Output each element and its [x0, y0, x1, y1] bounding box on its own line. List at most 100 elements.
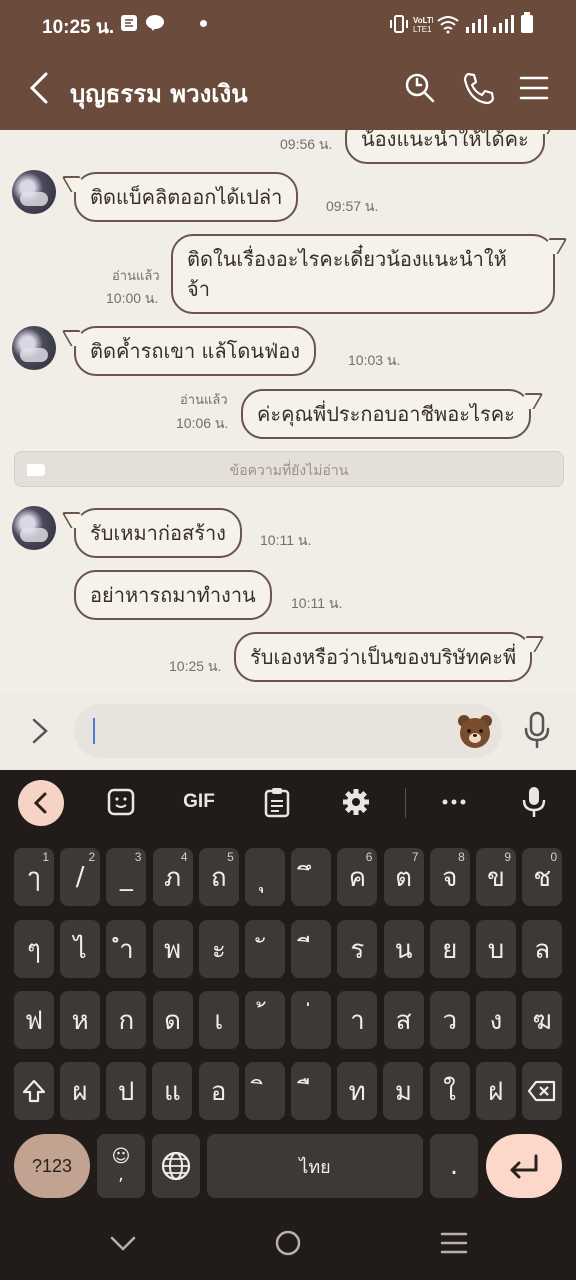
- search-button[interactable]: [402, 70, 438, 106]
- key[interactable]: ใ: [429, 1062, 470, 1120]
- key[interactable]: ส: [383, 991, 424, 1049]
- enter-key[interactable]: [486, 1134, 562, 1198]
- shift-key[interactable]: [14, 1062, 54, 1120]
- chat-messages[interactable]: น้องแนะนำให้ได้คะ 09:56 น. ติดแบ็คลิตออก…: [0, 130, 576, 692]
- key[interactable]: ย: [429, 920, 470, 978]
- symbols-key[interactable]: ?123: [14, 1134, 90, 1198]
- message-bubble-outgoing[interactable]: น้องแนะนำให้ได้คะ: [345, 130, 545, 164]
- nav-home-button[interactable]: [268, 1226, 308, 1260]
- key[interactable]: _ 3: [106, 848, 147, 906]
- key-label: น: [394, 934, 413, 965]
- settings-button[interactable]: [334, 780, 378, 824]
- key-label: ฝ: [488, 1076, 504, 1107]
- key[interactable]: อ: [198, 1062, 239, 1120]
- period-key[interactable]: .: [430, 1134, 478, 1198]
- voice-input-button[interactable]: [512, 780, 556, 824]
- key[interactable]: ห: [60, 991, 101, 1049]
- expand-button[interactable]: [28, 716, 52, 746]
- status-time: 10:25 น.: [42, 17, 115, 38]
- battery-icon: [521, 12, 533, 33]
- key[interactable]: ร: [337, 920, 378, 978]
- key[interactable]: ล: [522, 920, 563, 978]
- key[interactable]: ฝ: [475, 1062, 516, 1120]
- message-bubble-incoming[interactable]: อย่าหารถมาทำงาน: [74, 570, 272, 620]
- space-key[interactable]: ไทย: [207, 1134, 423, 1198]
- key-hint: 5: [227, 850, 234, 864]
- key[interactable]: ผ: [60, 1062, 100, 1120]
- backspace-key[interactable]: [522, 1062, 562, 1120]
- message-bubble-outgoing[interactable]: รับเองหรือว่าเป็นของบริษัทคะพี่: [234, 632, 533, 682]
- key[interactable]: แ: [152, 1062, 193, 1120]
- key[interactable]: ป: [106, 1062, 147, 1120]
- key[interactable]: /2: [60, 848, 101, 906]
- clipboard-button[interactable]: [255, 780, 299, 824]
- key[interactable]: จ8: [429, 848, 470, 906]
- key[interactable]: ข9: [476, 848, 516, 906]
- key[interactable]: ่: [291, 991, 332, 1049]
- menu-button[interactable]: [516, 70, 552, 106]
- key[interactable]: เ: [198, 991, 239, 1049]
- key-hint: 8: [458, 850, 465, 864]
- message-input[interactable]: [74, 704, 502, 758]
- more-button[interactable]: [432, 780, 476, 824]
- message-bubble-incoming[interactable]: ติดค้ำรถเขา แล้โดนฟ่อง: [74, 326, 317, 376]
- key[interactable]: ึ: [291, 848, 332, 906]
- back-button[interactable]: [26, 70, 54, 106]
- key[interactable]: ะ: [198, 920, 239, 978]
- key[interactable]: ม: [383, 1062, 424, 1120]
- key[interactable]: ถ5: [198, 848, 239, 906]
- nav-recents-button[interactable]: [434, 1226, 474, 1260]
- key[interactable]: ๆ: [14, 920, 54, 978]
- mic-button[interactable]: [522, 710, 552, 750]
- key[interactable]: ๅ1: [14, 848, 54, 906]
- key[interactable]: ื: [291, 1062, 331, 1120]
- key[interactable]: พ: [152, 920, 193, 978]
- sticker-bear-icon[interactable]: [456, 712, 494, 750]
- key-label: ร: [350, 934, 365, 965]
- contact-avatar[interactable]: [12, 506, 56, 550]
- key[interactable]: ท: [337, 1062, 378, 1120]
- key[interactable]: ุ: [245, 848, 285, 906]
- contact-avatar[interactable]: [12, 326, 56, 370]
- system-nav-bar: [0, 1202, 576, 1280]
- key-label: ม: [394, 1076, 412, 1107]
- key[interactable]: ไ: [60, 920, 101, 978]
- message-bubble-incoming[interactable]: ติดแบ็คลิตออกได้เปล่า: [74, 172, 299, 222]
- message-time: 10:06 น.: [176, 415, 229, 431]
- key[interactable]: ว: [429, 991, 470, 1049]
- key[interactable]: ง: [476, 991, 516, 1049]
- language-key[interactable]: [152, 1134, 200, 1198]
- key[interactable]: ช0: [522, 848, 563, 906]
- key[interactable]: ำ: [106, 920, 147, 978]
- keyboard-collapse-button[interactable]: [18, 780, 64, 826]
- key-label: ภ: [164, 862, 182, 893]
- key[interactable]: ต7: [383, 848, 424, 906]
- emoji-key[interactable]: ☺ ,: [97, 1134, 145, 1198]
- key-label: พ: [164, 934, 182, 965]
- key-label: ก: [118, 1005, 135, 1036]
- message-bubble-outgoing[interactable]: ติดในเรื่องอะไรคะเดี๋ยวน้องแนะนำให้ จ้า: [171, 234, 555, 314]
- key[interactable]: ฆ: [522, 991, 563, 1049]
- call-button[interactable]: [460, 70, 496, 106]
- key[interactable]: ภ4: [152, 848, 193, 906]
- key[interactable]: ด: [152, 991, 193, 1049]
- key[interactable]: ก: [106, 991, 147, 1049]
- contact-avatar[interactable]: [12, 170, 56, 214]
- key[interactable]: ฟ: [14, 991, 54, 1049]
- key[interactable]: า: [337, 991, 378, 1049]
- gif-button[interactable]: GIF: [177, 780, 221, 824]
- key[interactable]: น: [383, 920, 424, 978]
- key[interactable]: ้: [245, 991, 285, 1049]
- key[interactable]: ั: [245, 920, 285, 978]
- key-label: เ: [214, 1005, 224, 1036]
- message-bubble-outgoing[interactable]: ค่ะคุณพี่ประกอบอาชีพอะไรคะ: [241, 389, 531, 439]
- key[interactable]: ิ: [244, 1062, 285, 1120]
- key[interactable]: ี: [291, 920, 332, 978]
- nav-hide-keyboard-button[interactable]: [103, 1226, 143, 1260]
- key[interactable]: ค6: [337, 848, 378, 906]
- sticker-button[interactable]: [99, 780, 143, 824]
- signal-2-icon: [493, 15, 514, 33]
- message-bubble-incoming[interactable]: รับเหมาก่อสร้าง: [74, 508, 242, 558]
- key[interactable]: บ: [476, 920, 516, 978]
- key-label: ใ: [443, 1076, 456, 1107]
